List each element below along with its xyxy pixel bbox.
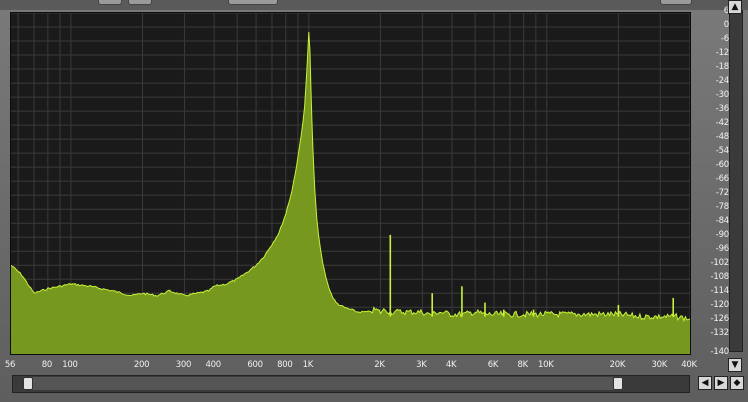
frequency-tick-label: 30K: [651, 360, 668, 370]
horizontal-scrollbar[interactable]: [12, 375, 690, 393]
toolbar-button[interactable]: [128, 0, 152, 5]
db-tick-label: -12: [715, 48, 729, 59]
frequency-tick-label: 4K: [445, 360, 457, 370]
db-tick-label: -24: [715, 76, 729, 87]
db-tick-label: -54: [715, 146, 729, 157]
top-toolbar-strip: [0, 0, 748, 10]
db-tick-label: -48: [715, 132, 729, 143]
db-tick-label: -90: [715, 230, 729, 241]
frequency-tick-label: 80: [41, 360, 53, 370]
frequency-scale: 56 80 100 200 300 400 600 800 1K 2K 3K 4K 6K 8K 10K 20K…: [0, 356, 697, 374]
scroll-range: [23, 377, 623, 390]
db-tick-label: -72: [715, 188, 729, 199]
scroll-right-handle[interactable]: [613, 377, 623, 390]
frequency-tick-label: 600: [247, 360, 263, 370]
toolbar-button[interactable]: [660, 0, 692, 5]
corner-button[interactable]: ◆: [730, 376, 744, 390]
toolbar-button[interactable]: [228, 0, 278, 5]
db-tick-label: -6: [720, 34, 729, 45]
db-tick-label: -30: [715, 90, 729, 101]
frequency-tick-label: 8K: [517, 360, 528, 370]
db-tick-label: -42: [715, 118, 729, 129]
frequency-tick-label: 3K: [416, 360, 427, 370]
db-tick-label: -132: [710, 328, 730, 339]
frequency-tick-label: 800: [277, 360, 293, 370]
frequency-tick-label: 400: [205, 360, 221, 370]
db-tick-label: -60: [715, 160, 729, 171]
frequency-tick-label: 40K: [681, 360, 697, 370]
toolbar-button[interactable]: [98, 0, 122, 5]
spectrum-area: [11, 32, 690, 354]
frequency-tick-label: 6K: [487, 360, 499, 370]
db-tick-label: -120: [710, 300, 730, 311]
scroll-left-button[interactable]: ◀: [698, 376, 712, 390]
frequency-tick-label: 10K: [538, 360, 554, 370]
db-tick-label: 6: [723, 6, 729, 16]
frequency-tick-label: 300: [175, 360, 192, 370]
db-tick-label: -84: [715, 216, 729, 227]
db-tick-label: -102: [710, 258, 730, 269]
db-tick-label: 0: [723, 20, 729, 30]
frequency-tick-label: 1K: [302, 360, 314, 370]
scroll-up-button[interactable]: ▲: [728, 0, 742, 14]
frequency-tick-label: 56: [4, 360, 16, 370]
spectrum-plot-area[interactable]: [10, 12, 691, 355]
frequency-tick-label: 20K: [609, 360, 626, 370]
db-tick-label: -140: [710, 347, 730, 357]
db-tick-label: -114: [710, 286, 730, 297]
db-tick-label: -108: [710, 272, 730, 283]
frequency-tick-label: 2K: [374, 360, 385, 370]
spectrum-chart: [11, 13, 690, 354]
scroll-left-handle[interactable]: [23, 377, 33, 390]
db-scale: 6 0 -6 -12 -18 -24 -30 -36 -42 -48 -54 -60 -66 -72 -78…: [691, 0, 730, 357]
db-tick-label: -66: [715, 174, 729, 185]
db-tick-label: -126: [710, 314, 730, 325]
db-tick-label: -18: [715, 62, 729, 73]
scroll-down-button[interactable]: ▼: [728, 358, 742, 372]
scroll-right-button[interactable]: ▶: [714, 376, 728, 390]
analyzer-window: 6 0 -6 -12 -18 -24 -30 -36 -42 -48 -54 -60 -66 -72 -78…: [0, 0, 748, 402]
vertical-scrollbar[interactable]: [729, 10, 743, 352]
spectrum-line: [11, 31, 690, 323]
frequency-tick-label: 200: [133, 360, 150, 370]
frequency-tick-label: 100: [62, 360, 78, 370]
db-tick-label: -78: [715, 202, 729, 213]
db-tick-label: -96: [715, 244, 729, 255]
db-tick-label: -36: [715, 104, 729, 115]
